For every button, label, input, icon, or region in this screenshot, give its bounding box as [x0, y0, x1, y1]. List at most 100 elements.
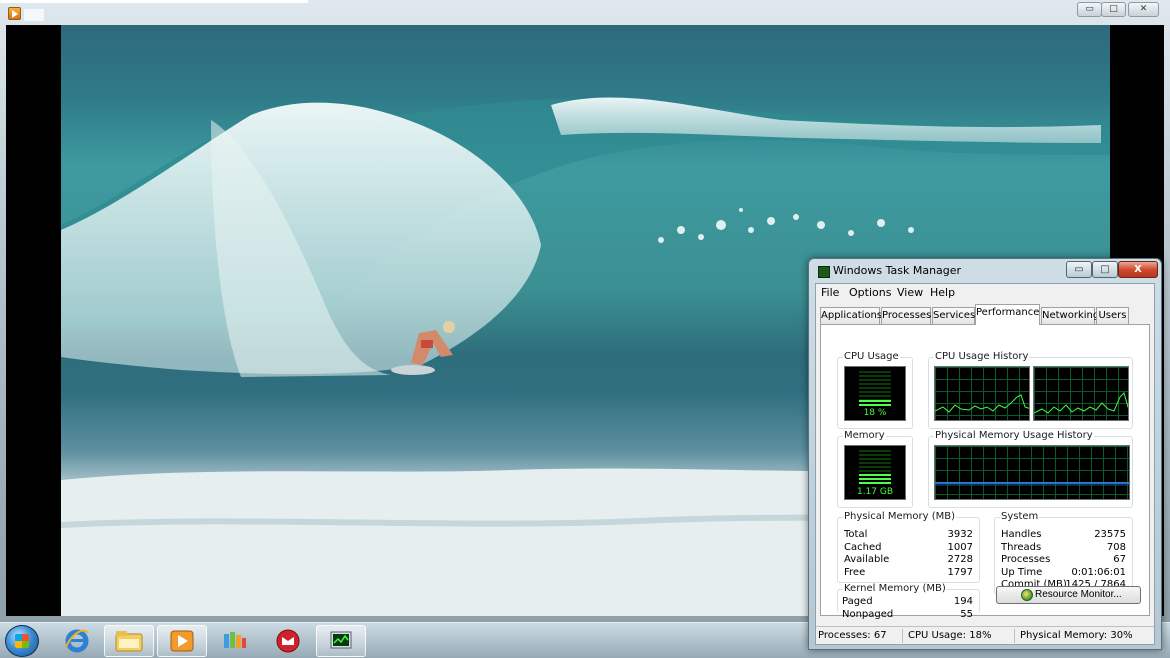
- stat-value: 1007: [947, 542, 973, 553]
- system-group: System Handles 23575 Threads 708 Processes…: [994, 511, 1133, 595]
- close-button[interactable]: ✕: [1128, 2, 1159, 17]
- close-icon: X: [1134, 264, 1142, 275]
- status-bar: Processes: 67 CPU Usage: 18% Physical Me…: [816, 626, 1154, 644]
- kernel-memory-label: Kernel Memory (MB): [843, 583, 947, 594]
- cpu-usage-label: CPU Usage: [843, 351, 900, 362]
- windows-explorer-button[interactable]: [104, 625, 154, 657]
- stat-value: 194: [953, 596, 973, 607]
- tm-close-button[interactable]: X: [1118, 261, 1158, 278]
- status-processes: Processes: 67: [818, 630, 887, 641]
- tm-minimize-button[interactable]: ▭: [1066, 261, 1092, 278]
- stat-row-uptime: Up Time 0:01:06:01: [1001, 567, 1126, 579]
- window-title: Windows Task Manager: [833, 264, 962, 277]
- tab-processes[interactable]: Processes: [881, 307, 931, 324]
- system-label: System: [1000, 511, 1040, 522]
- resource-monitor-button[interactable]: Resource Monitor...: [996, 586, 1141, 604]
- media-player-taskbar-button[interactable]: [157, 625, 207, 657]
- tab-services[interactable]: Services: [932, 307, 975, 324]
- kernel-memory-stats: Paged 194 Nonpaged 55: [836, 596, 979, 626]
- stat-row-available: Available 2728: [844, 554, 973, 566]
- windows-live-button[interactable]: [218, 625, 252, 657]
- task-manager-title-icon: [818, 266, 830, 278]
- red-app-button[interactable]: [270, 625, 306, 657]
- internet-explorer-icon: [65, 629, 89, 653]
- tab-networking[interactable]: Networking: [1041, 307, 1099, 324]
- memory-meter: 1.17 GB: [844, 445, 906, 500]
- cpu-history-graph-core1: [934, 366, 1030, 421]
- resource-monitor-label: Resource Monitor...: [1035, 589, 1122, 600]
- windows-explorer-icon: [115, 631, 143, 652]
- stat-label: Threads: [1001, 542, 1042, 553]
- menu-view[interactable]: View: [897, 286, 923, 299]
- cpu-history-group: CPU Usage History: [928, 351, 1133, 429]
- windows-live-icon: [224, 632, 246, 648]
- tab-users[interactable]: Users: [1096, 307, 1129, 324]
- resource-monitor-icon: [1021, 589, 1033, 601]
- menu-options[interactable]: Options: [849, 286, 891, 299]
- maximize-icon: □: [1100, 264, 1110, 275]
- stat-label: Cached: [844, 542, 882, 553]
- tm-maximize-button[interactable]: □: [1092, 261, 1118, 278]
- tab-applications[interactable]: Applications: [820, 307, 882, 324]
- stat-value: 67: [1113, 554, 1126, 565]
- menu-file[interactable]: File: [821, 286, 839, 299]
- stat-row-free: Free 1797: [844, 567, 973, 579]
- stat-row-nonpaged: Nonpaged 55: [842, 609, 973, 621]
- window-title-placeholder: [24, 9, 44, 21]
- menu-help[interactable]: Help: [930, 286, 955, 299]
- media-player-icon: [170, 630, 194, 652]
- status-physical-memory: Physical Memory: 30%: [1020, 630, 1133, 641]
- stat-value: 1797: [947, 567, 973, 578]
- cpu-history-graph-core2: [1033, 366, 1129, 421]
- task-manager-taskbar-button[interactable]: [316, 625, 366, 657]
- close-icon: ✕: [1139, 4, 1148, 14]
- memory-meter-fill: [859, 474, 891, 485]
- memory-history-label: Physical Memory Usage History: [934, 430, 1094, 441]
- stat-label: Up Time: [1001, 567, 1043, 578]
- task-manager-window[interactable]: Windows Task Manager ▭ □ X File Options …: [808, 258, 1162, 650]
- task-manager-client: File Options View Help Applications Proc…: [815, 283, 1155, 645]
- stat-value: 3932: [947, 529, 973, 540]
- stat-value: 708: [1106, 542, 1126, 553]
- menu-bar: File Options View Help: [816, 284, 1154, 302]
- memory-label: Memory: [843, 430, 886, 441]
- physical-memory-group: Physical Memory (MB) Total 3932 Cached 100…: [837, 511, 980, 583]
- media-player-app-icon: [8, 7, 21, 20]
- minimize-icon: ▭: [1085, 4, 1094, 14]
- internet-explorer-button[interactable]: [60, 625, 94, 657]
- tab-performance[interactable]: Performance: [975, 304, 1040, 325]
- title-strip: [0, 0, 308, 3]
- stat-row-threads: Threads 708: [1001, 542, 1126, 554]
- stat-label: Paged: [842, 596, 873, 607]
- stat-label: Total: [844, 529, 868, 540]
- cpu-usage-meter-fill: [859, 400, 891, 406]
- stat-row-processes: Processes 67: [1001, 554, 1126, 566]
- cpu-usage-text: 18 %: [863, 408, 887, 418]
- task-manager-icon: [330, 631, 352, 649]
- start-orb-icon[interactable]: [5, 625, 39, 657]
- performance-panel: CPU Usage 18 % CPU Usage History Memory …: [820, 324, 1150, 616]
- memory-group: Memory 1.17 GB: [837, 430, 913, 508]
- stat-row-paged: Paged 194: [842, 596, 973, 608]
- maximize-button[interactable]: □: [1101, 2, 1126, 17]
- memory-meter-text: 1.17 GB: [856, 487, 894, 497]
- minimize-button[interactable]: ▭: [1077, 2, 1102, 17]
- stat-label: Available: [844, 554, 890, 565]
- physical-memory-label: Physical Memory (MB): [843, 511, 956, 522]
- stat-row-total: Total 3932: [844, 529, 973, 541]
- stat-label: Free: [844, 567, 866, 578]
- stat-row-cached: Cached 1007: [844, 542, 973, 554]
- status-separator: [1014, 629, 1015, 643]
- stat-value: 55: [960, 609, 973, 620]
- memory-history-graph: [934, 445, 1130, 500]
- status-cpu-usage: CPU Usage: 18%: [908, 630, 992, 641]
- stat-value: 23575: [1094, 529, 1126, 540]
- stat-value: 2728: [947, 554, 973, 565]
- cpu-usage-meter: 18 %: [844, 366, 906, 421]
- stat-label: Nonpaged: [842, 609, 894, 620]
- status-separator: [902, 629, 903, 643]
- memory-history-group: Physical Memory Usage History: [928, 430, 1133, 508]
- maximize-icon: □: [1109, 4, 1118, 14]
- stat-row-handles: Handles 23575: [1001, 529, 1126, 541]
- minimize-icon: ▭: [1074, 264, 1084, 275]
